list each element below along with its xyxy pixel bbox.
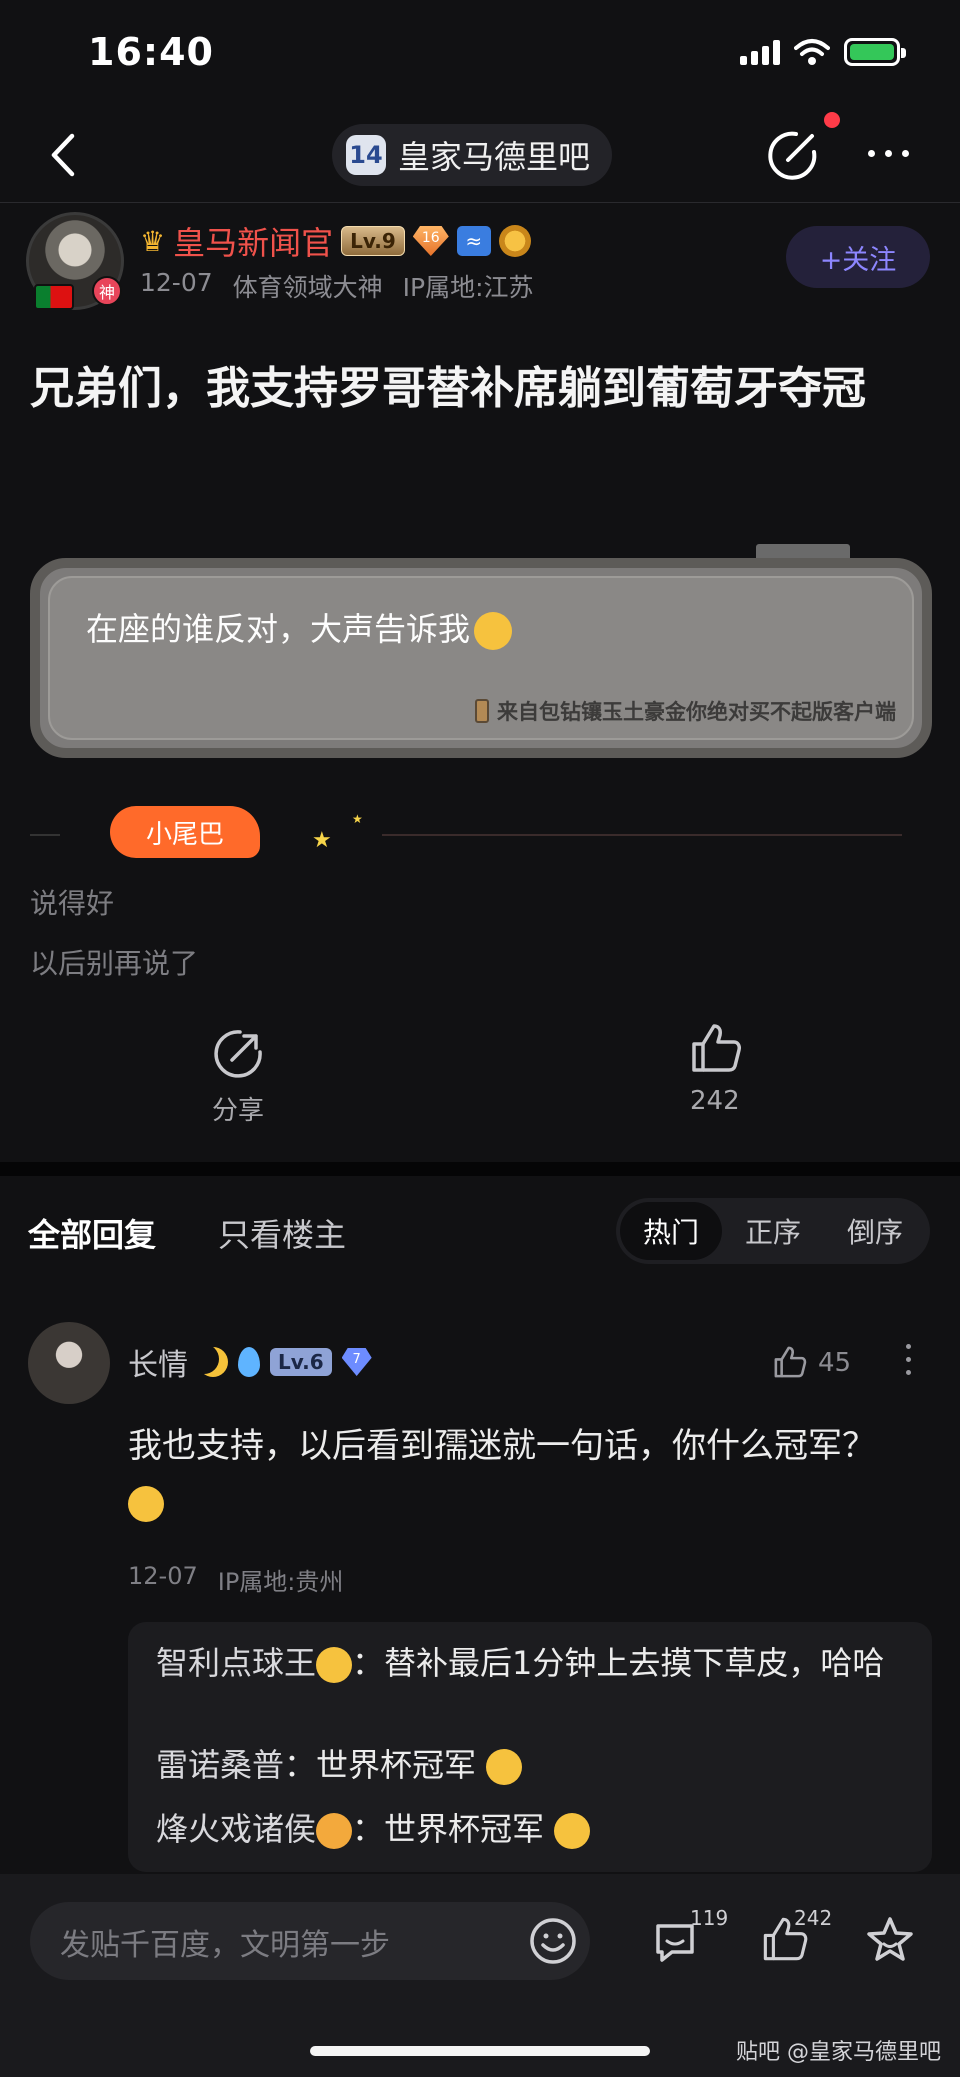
laugh-emoji-icon [554,1813,591,1849]
sub-reply-name[interactable]: 烽火戏诸侯 [156,1810,316,1848]
section-gap [0,1162,960,1176]
back-icon[interactable] [44,130,84,180]
edit-icon[interactable] [766,126,822,182]
flag-icon [34,284,74,310]
star-icon: ★ [352,812,363,826]
gem-badge: 16 [412,226,449,256]
follow-button[interactable]: +关注 [786,226,930,288]
reply-date: 12-07 [128,1562,198,1590]
nav-divider [0,202,960,203]
aquarius-icon: ≈ [456,226,491,256]
bubble-source: 来自包钻镶玉土豪金你绝对买不起版客户端 [475,696,896,726]
author-title: 体育领域大神 [232,273,383,302]
laugh-emoji-icon [486,1749,523,1785]
home-indicator[interactable] [310,2046,650,2056]
author-meta: 12-07 体育领域大神 IP属地:江苏 [140,268,534,304]
reply-meta: 12-07 IP属地:贵州 [128,1562,343,1597]
laugh-emoji-icon [474,612,513,650]
forum-logo: 14 [346,135,386,175]
reply-input-placeholder[interactable]: 发贴千百度，文明第一步 [60,1920,390,1964]
god-badge: 神 [92,276,122,306]
sun-badge-icon [498,225,531,257]
bubble-text: 在座的谁反对，大声告诉我 [86,604,513,650]
bubble-tab [756,544,850,558]
laugh-emoji-icon [128,1485,164,1522]
sub-reply-text: ：世界杯冠军 [284,1746,477,1784]
author-ip: IP属地:江苏 [402,273,534,302]
sub-replies[interactable]: 智利点球王 ：替补最后1分钟上去摸下草皮，哈哈 雷诺桑普：世界杯冠军 烽火戏诸侯：… [128,1622,932,1872]
sub-reply[interactable]: 雷诺桑普：世界杯冠军 [156,1742,916,1788]
sort-asc[interactable]: 正序 [722,1202,824,1260]
battery-icon [844,38,906,66]
level-badge: Lv.6 [270,1348,332,1376]
moon-icon [198,1347,228,1377]
favorite-star-icon[interactable] [864,1914,916,1966]
reply-author-name[interactable]: 长情 [128,1340,188,1384]
watermark: 贴吧 @皇家马德里吧 [736,2040,941,2065]
crown-icon: ♛ [140,224,166,258]
forum-pill[interactable]: 14 皇家马德里吧 [332,124,613,186]
tail-divider-right [382,834,902,836]
sub-reply-name[interactable]: 雷诺桑普 [156,1746,284,1784]
wink-emoji-icon [316,1647,353,1683]
more-vertical-icon[interactable] [906,1344,911,1375]
tab-all-replies[interactable]: 全部回复 [28,1210,156,1256]
reply-ip: IP属地:贵州 [217,1568,344,1596]
sort-hot[interactable]: 热门 [620,1202,722,1260]
sort-desc[interactable]: 倒序 [824,1202,926,1260]
reply-like-count: 45 [818,1348,852,1378]
share-label[interactable]: 分享 [212,1090,264,1127]
bottom-like-count: 242 [794,1906,833,1930]
sub-reply[interactable]: 智利点球王 ：替补最后1分钟上去摸下草皮，哈哈 [156,1640,916,1686]
like-icon[interactable] [688,1020,744,1076]
reply-content: 我也支持，以后看到孺迷就一句话，你什么冠军？ [128,1418,918,1530]
sub-reply-text: ：替补最后1分钟上去摸下草皮，哈哈 [352,1644,885,1682]
notification-dot [824,112,840,128]
post-date: 12-07 [140,268,213,297]
wifi-icon [794,39,830,65]
like-count: 242 [690,1086,740,1116]
signal-icon [740,39,780,65]
tail-divider-left [30,834,60,836]
droplet-icon [238,1347,260,1377]
sub-reply-text: ：世界杯冠军 [352,1810,545,1848]
star-icon: ★ [312,828,332,853]
more-icon[interactable] [868,150,909,157]
gem-badge: 7 [341,1348,372,1376]
emoji-icon[interactable] [528,1916,578,1966]
reply-avatar[interactable] [28,1322,110,1404]
author-name[interactable]: 皇马新闻官 [173,218,333,264]
author-row: ♛ 皇马新闻官 Lv.9 16 ≈ [140,218,531,264]
sort-toggle: 热门 正序 倒序 [616,1198,930,1264]
tail-text: 说得好 [30,887,115,920]
phone-icon [475,699,489,723]
tiger-emoji-icon [316,1813,353,1849]
sub-reply-name[interactable]: 智利点球王 [156,1644,316,1682]
status-icons [740,38,906,66]
reply-header: 长情 Lv.6 7 [128,1340,372,1384]
post-bubble: 在座的谁反对，大声告诉我 来自包钻镶玉土豪金你绝对买不起版客户端 [30,558,932,758]
level-badge: Lv.9 [341,226,405,256]
like-icon[interactable] [772,1344,808,1380]
tab-op-only[interactable]: 只看楼主 [218,1210,346,1256]
tail-badge: 小尾巴 [110,806,260,858]
status-time: 16:40 [88,30,214,74]
sub-reply[interactable]: 烽火戏诸侯 ：世界杯冠军 [156,1806,916,1852]
share-icon[interactable] [210,1026,266,1082]
post-title: 兄弟们，我支持罗哥替补席躺到葡萄牙夺冠 [30,363,866,414]
tail-text: 以后别再说了 [30,947,199,980]
comment-count: 119 [690,1906,729,1930]
forum-name: 皇家马德里吧 [398,138,591,176]
